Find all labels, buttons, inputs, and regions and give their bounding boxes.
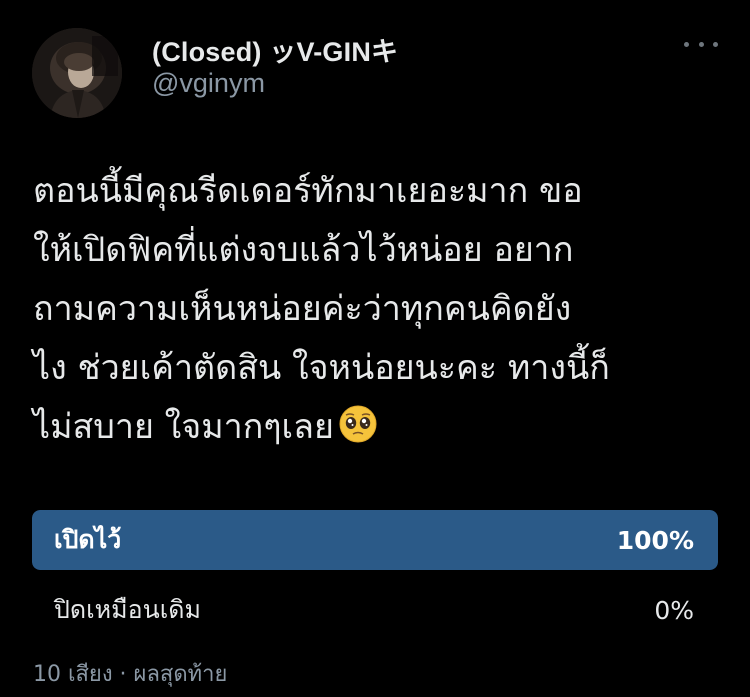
more-dots-icon[interactable] [684,38,718,50]
tweet-text-line: ไง ช่วยเค้าตัดสิน ใจหน่อยนะคะ ทางนี้ก็ [33,348,610,388]
dot [713,41,718,47]
dot [698,41,704,47]
poll-option-label: ปิดเหมือนเดิม [54,595,201,624]
poll: เปิดไว้ 100% ปิดเหมือนเดิม 0% [32,510,718,640]
poll-option-percent: 100% [616,525,694,555]
tweet: (Closed) ッV-GINキ @vginym ตอนนี้มีคุณรีดเ… [0,0,750,697]
dot [684,41,689,47]
tweet-text: ตอนนี้มีคุณรีดเดอร์ทักมาเยอะมาก ขอ ให้เป… [33,162,733,457]
poll-option[interactable]: ปิดเหมือนเดิม 0% [32,580,718,640]
poll-result-bar [32,510,718,570]
tweet-text-line: ให้เปิดฟิคที่แต่งจบแล้วไว้หน่อย อยาก [33,230,574,270]
avatar-photo [32,28,122,118]
pleading-face-emoji-icon [338,404,378,444]
tweet-text-line: ตอนนี้มีคุณรีดเดอร์ทักมาเยอะมาก ขอ [33,171,583,211]
tweet-text-line: ไม่สบาย ใจมากๆเลย [33,407,334,447]
poll-option-label: เปิดไว้ [54,525,122,554]
user-handle[interactable]: @vginym [152,68,265,99]
poll-option-percent: 0% [654,595,694,625]
poll-meta: 10 เสียง · ผลสุดท้าย [33,662,228,687]
tweet-text-line: ถามความเห็นหน่อยค่ะว่าทุกคนคิดยัง [33,289,572,329]
tweet-text-line-last: ไม่สบาย ใจมากๆเลย [33,398,733,457]
avatar[interactable] [32,28,122,118]
display-name-row[interactable]: (Closed) ッV-GINキ [152,30,398,69]
display-name[interactable]: (Closed) ッV-GINキ [152,30,398,69]
poll-option-winner[interactable]: เปิดไว้ 100% [32,510,718,570]
